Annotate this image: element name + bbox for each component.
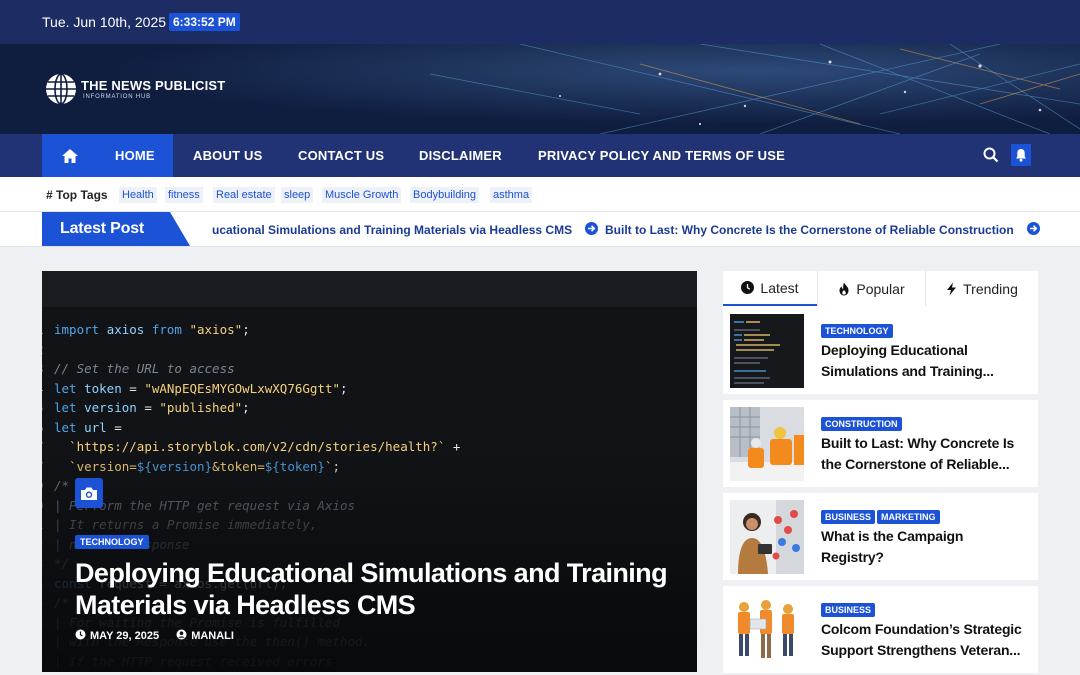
home-icon: [61, 148, 78, 163]
notification-button[interactable]: [1011, 144, 1031, 166]
category-badge[interactable]: CONSTRUCTION: [821, 417, 902, 431]
main-navigation: HOME ABOUT US CONTACT US DISCLAIMER PRIV…: [0, 134, 1080, 177]
construction-thumbnail-image: [730, 407, 804, 481]
top-tags-bar: # Top Tags Health fitness Real estate sl…: [0, 177, 1080, 212]
clock-icon: [741, 281, 755, 294]
sidebar-post[interactable]: BUSINESS Colcom Foundation’s Strategic S…: [723, 586, 1038, 673]
ticker-item[interactable]: ucational Simulations and Training Mater…: [212, 223, 572, 237]
tab-latest[interactable]: Latest: [723, 271, 817, 306]
post-title[interactable]: What is the Campaign Registry?: [821, 526, 1026, 568]
post-categories: BUSINESS: [821, 600, 877, 618]
featured-post-author[interactable]: MANALI: [191, 630, 234, 642]
sidebar-post[interactable]: BUSINESS MARKETING What is the Campaign R…: [723, 493, 1038, 580]
camera-icon: [81, 487, 97, 500]
arrow-circle-right-icon: [585, 222, 598, 235]
tag-chip[interactable]: sleep: [281, 187, 314, 203]
globe-icon: [46, 73, 76, 105]
post-thumbnail[interactable]: [730, 314, 804, 388]
post-thumbnail[interactable]: [730, 500, 804, 574]
clock-icon: [75, 629, 86, 640]
post-categories: TECHNOLOGY: [821, 321, 895, 339]
featured-post-date: MAY 29, 2025: [90, 630, 160, 642]
nav-item-contact-us[interactable]: CONTACT US: [298, 134, 384, 177]
bolt-icon: [947, 282, 957, 295]
tag-chip[interactable]: asthma: [490, 187, 533, 203]
code-editor-bar: [42, 271, 697, 307]
nav-item-home[interactable]: HOME: [97, 134, 173, 177]
nav-item-disclaimer[interactable]: DISCLAIMER: [419, 134, 502, 177]
workers-thumbnail-image: [730, 593, 804, 667]
post-categories: BUSINESS MARKETING: [821, 507, 942, 525]
sidebar-tabs: Latest Popular Trending: [723, 271, 1038, 307]
nav-item-privacy-policy[interactable]: PRIVACY POLICY AND TERMS OF USE: [538, 134, 785, 177]
bell-icon: [1016, 149, 1026, 162]
tag-chip[interactable]: Muscle Growth: [322, 187, 402, 203]
tag-chip[interactable]: Health: [119, 187, 157, 203]
current-time: 6:33:52 PM: [169, 13, 240, 31]
user-icon: [176, 629, 187, 640]
category-badge[interactable]: MARKETING: [877, 510, 940, 524]
fire-icon: [839, 282, 849, 295]
category-badge[interactable]: BUSINESS: [821, 510, 876, 524]
home-icon-button[interactable]: [42, 134, 97, 177]
ticker-item[interactable]: Built to Last: Why Concrete Is the Corne…: [605, 223, 1014, 237]
featured-category-badge[interactable]: TECHNOLOGY: [75, 535, 149, 549]
featured-post-meta: MAY 29, 2025 MANALI: [75, 629, 234, 642]
code-thumbnail-image: [730, 314, 804, 388]
category-badge[interactable]: TECHNOLOGY: [821, 324, 893, 338]
featured-post[interactable]: 1import axios from "axios"; 2 3// Set th…: [42, 271, 697, 672]
camera-icon-button[interactable]: [75, 478, 103, 508]
top-tags-label: # Top Tags: [46, 188, 108, 202]
search-icon[interactable]: [983, 147, 999, 163]
nav-item-about-us[interactable]: ABOUT US: [193, 134, 263, 177]
site-name: THE NEWS PUBLICIST: [81, 78, 226, 93]
post-categories: CONSTRUCTION: [821, 414, 904, 432]
tag-chip[interactable]: Real estate: [213, 187, 275, 203]
featured-post-title[interactable]: Deploying Educational Simulations and Tr…: [75, 557, 675, 621]
post-title[interactable]: Colcom Foundation’s Strategic Support St…: [821, 619, 1026, 661]
sidebar-post[interactable]: CONSTRUCTION Built to Last: Why Concrete…: [723, 400, 1038, 487]
current-date: Tue. Jun 10th, 2025: [42, 14, 167, 30]
post-title[interactable]: Built to Last: Why Concrete Is the Corne…: [821, 433, 1026, 475]
tab-popular[interactable]: Popular: [818, 271, 925, 306]
tag-chip[interactable]: Bodybuilding: [410, 187, 479, 203]
marketing-thumbnail-image: [730, 500, 804, 574]
post-thumbnail[interactable]: [730, 407, 804, 481]
tab-trending[interactable]: Trending: [926, 271, 1038, 306]
arrow-circle-right-icon: [1027, 222, 1040, 235]
top-bar: Tue. Jun 10th, 2025 6:33:52 PM: [0, 0, 1080, 44]
site-tagline: INFORMATION HUB: [83, 94, 151, 100]
latest-post-badge: Latest Post: [42, 212, 190, 246]
post-thumbnail[interactable]: [730, 593, 804, 667]
post-title[interactable]: Deploying Educational Simulations and Tr…: [821, 340, 1026, 382]
latest-post-ticker: Latest Post ucational Simulations and Tr…: [0, 212, 1080, 247]
sidebar-post[interactable]: TECHNOLOGY Deploying Educational Simulat…: [723, 307, 1038, 394]
tag-chip[interactable]: fitness: [165, 187, 203, 203]
category-badge[interactable]: BUSINESS: [821, 603, 876, 617]
